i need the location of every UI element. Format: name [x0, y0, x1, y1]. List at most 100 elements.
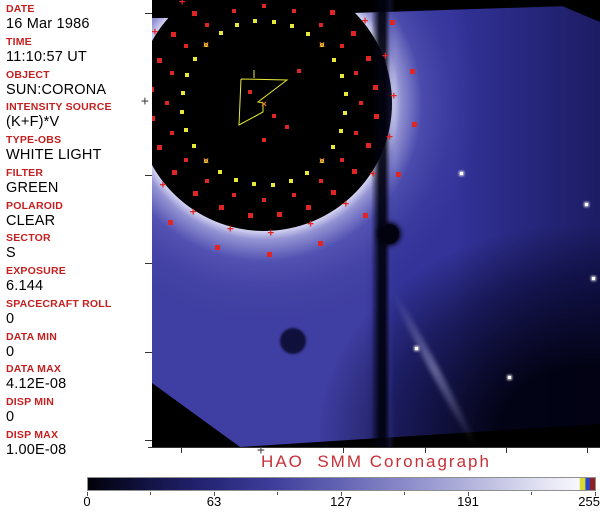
fiducial-dot	[235, 23, 240, 28]
fiducial-dot	[351, 168, 357, 174]
fiducial-dot	[183, 158, 188, 162]
fiducial-plus-mark: +	[307, 217, 314, 231]
fiducial-dot	[262, 198, 266, 202]
metadata-label: SECTOR	[6, 232, 51, 245]
fiducial-dot	[165, 101, 169, 105]
fiducial-dot	[329, 10, 335, 16]
star-dot	[415, 347, 418, 350]
metadata-value: GREEN	[6, 179, 59, 196]
fiducial-dot	[248, 90, 252, 94]
fiducial-dot	[331, 57, 336, 62]
metadata-label: DATA MAX	[6, 363, 62, 376]
metadata-field: DATA MAX 4.12E-08	[6, 363, 152, 396]
metadata-label: DATA MIN	[6, 330, 57, 343]
metadata-label: DISP MAX	[6, 428, 59, 441]
fiducial-dot	[305, 170, 310, 175]
colorbar-minor-tick	[150, 492, 151, 495]
star-dot	[585, 203, 588, 206]
fiducial-plus-mark: +	[386, 129, 393, 143]
metadata-field: TIME 11:10:57 UT	[6, 36, 152, 69]
fiducial-dot	[272, 114, 276, 118]
fiducial-dot	[354, 71, 359, 76]
colorbar-tick-label: 255	[578, 494, 600, 509]
metadata-sidebar: DATE 16 Mar 1986 TIME 11:10:57 UT OBJECT SUN:…	[0, 0, 152, 512]
fiducial-dot	[271, 19, 276, 24]
metadata-value: WHITE LIGHT	[6, 147, 102, 163]
fiducial-plus-mark: +	[361, 14, 369, 28]
star-dot	[592, 277, 595, 280]
metadata-field: TYPE-OBS WHITE LIGHT	[6, 134, 152, 167]
fiducial-dot	[152, 116, 155, 122]
metadata-field: FILTER GREEN	[6, 167, 152, 200]
metadata-label: DISP MIN	[6, 396, 55, 408]
fiducial-dot	[390, 19, 396, 25]
fiducial-dot	[277, 212, 283, 218]
metadata-value: 16 Mar 1986	[6, 16, 90, 32]
metadata-field: SPACECRAFT ROLL 0	[6, 298, 152, 331]
fiducial-dot	[180, 91, 185, 96]
metadata-value: 0	[6, 343, 15, 360]
metadata-value: 0	[6, 409, 15, 425]
fiducial-dot	[340, 158, 345, 162]
metadata-value: SUN:CORONA	[6, 81, 107, 98]
fiducial-dot	[291, 8, 296, 13]
fiducial-plus-mark: +	[390, 89, 398, 103]
fiducial-dot	[253, 19, 258, 24]
metadata-value: 0	[6, 310, 15, 327]
fiducial-dot	[350, 30, 356, 36]
fiducial-dot	[192, 144, 197, 149]
fiducial-dot	[339, 74, 344, 79]
fiducial-dot	[395, 171, 401, 177]
fiducial-dot	[343, 92, 348, 97]
fiducial-plus-mark: +	[189, 205, 197, 219]
fiducial-dot	[234, 178, 239, 183]
metadata-field: DATE 16 Mar 1986	[6, 3, 152, 36]
sun-center-marker-left: +	[141, 94, 149, 109]
fiducial-dot	[184, 73, 189, 78]
fiducial-plus-mark: +	[382, 49, 389, 63]
fiducial-dot	[203, 158, 208, 163]
left-axis-tick	[145, 13, 152, 14]
fiducial-dot	[157, 144, 163, 150]
metadata-label: SPACECRAFT ROLL	[6, 297, 112, 310]
fiducial-dot	[289, 23, 294, 28]
fiducial-plus-mark: +	[152, 25, 159, 39]
colorbar-tick-label: 0	[83, 494, 91, 509]
fiducial-dot	[180, 109, 185, 114]
metadata-label: FILTER	[6, 166, 44, 179]
fiducial-dot	[152, 86, 155, 92]
fiducial-dot	[204, 42, 209, 47]
metadata-value: 6.144	[6, 278, 44, 294]
fiducial-dot	[331, 189, 337, 195]
metadata-value: (K+F)*V	[6, 114, 60, 131]
fiducial-dot	[373, 114, 379, 120]
fiducial-dot	[365, 56, 371, 62]
fiducial-dot	[247, 212, 253, 218]
bottom-axis-line	[148, 447, 600, 448]
metadata-field: DISP MIN 0	[6, 396, 152, 429]
metadata-value: 11:10:57 UT	[6, 48, 87, 65]
fiducial-plus-mark: +	[159, 177, 167, 191]
colorbar-tick-label: 63	[206, 494, 222, 509]
fiducial-dot	[319, 22, 323, 27]
metadata-label: OBJECT	[6, 68, 50, 81]
fiducial-dot	[331, 145, 336, 150]
fiducial-dot	[288, 178, 293, 183]
colorbar-tick-label: 191	[457, 494, 479, 509]
metadata-label: DATE	[6, 3, 35, 15]
metadata-label: EXPOSURE	[6, 265, 66, 277]
fiducial-dot	[184, 127, 189, 132]
metadata-field: INTENSITY SOURCE (K+F)*V	[6, 101, 152, 134]
image-title: HAO SMM Coronagraph	[261, 452, 491, 471]
fiducial-dot	[218, 31, 223, 36]
metadata-field: DISP MAX 1.00E-08	[6, 429, 152, 462]
fiducial-dot	[193, 190, 199, 196]
fiducial-dot	[214, 245, 220, 251]
metadata-label: POLAROID	[6, 199, 64, 212]
metadata-field: EXPOSURE 6.144	[6, 265, 152, 298]
fiducial-dot	[232, 193, 237, 198]
left-axis-tick	[145, 352, 152, 353]
fiducial-dot	[319, 159, 324, 164]
fiducial-dot	[156, 58, 162, 64]
fiducial-dot	[167, 220, 173, 226]
